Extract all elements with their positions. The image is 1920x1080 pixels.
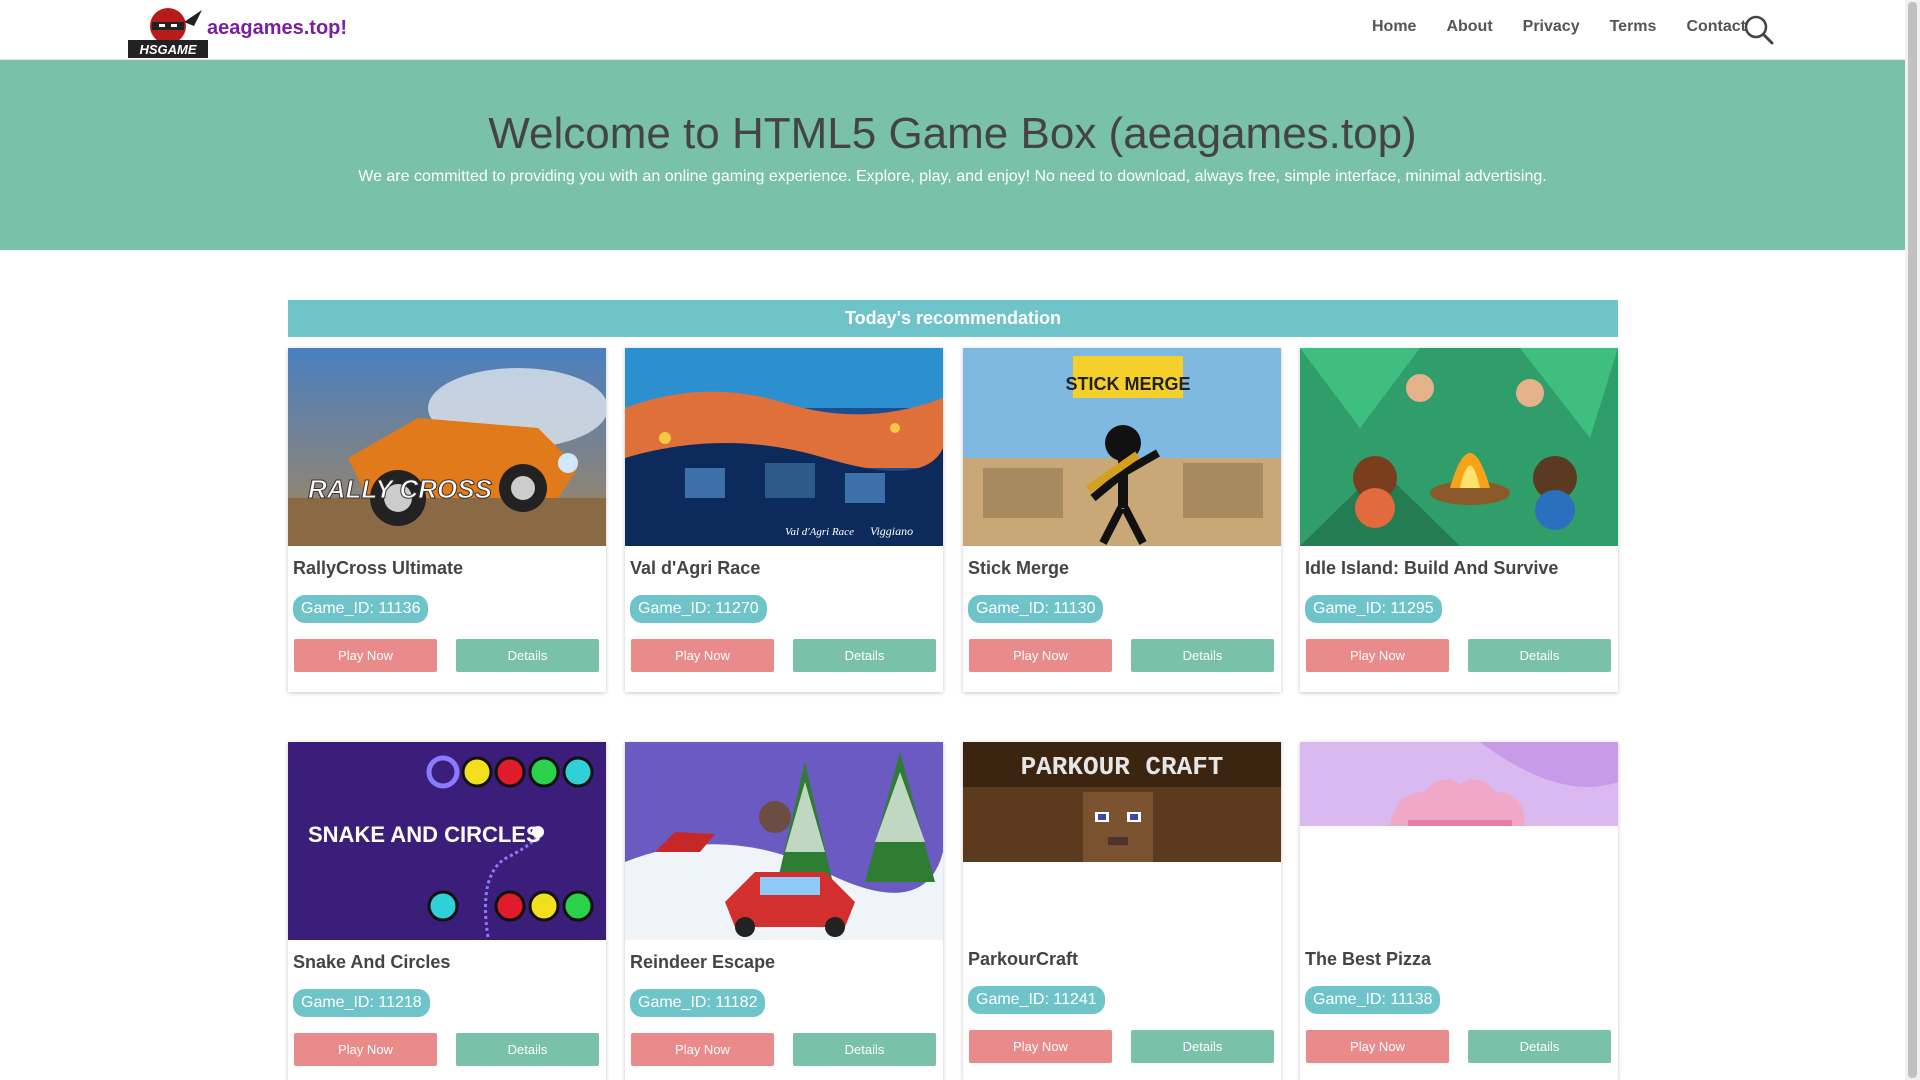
game-title[interactable]: The Best Pizza (1305, 949, 1431, 970)
nav-contact[interactable]: Contact (1686, 18, 1746, 36)
svg-text:PARKOUR CRAFT: PARKOUR CRAFT (1021, 752, 1224, 782)
details-button[interactable]: Details (793, 639, 936, 672)
game-thumbnail[interactable] (1300, 742, 1618, 940)
game-thumbnail[interactable]: STICK MERGE (963, 348, 1281, 546)
site-name[interactable]: aeagames.top! (207, 17, 347, 40)
play-now-button[interactable]: Play Now (1306, 639, 1449, 672)
main-nav: Home About Privacy Terms Contact (1342, 18, 1746, 36)
game-thumbnail[interactable] (625, 742, 943, 940)
game-thumbnail[interactable] (1300, 348, 1618, 546)
play-now-button[interactable]: Play Now (631, 639, 774, 672)
game-id-badge: Game_ID: 11130 (968, 595, 1104, 623)
ninja-logo-icon: HSGAME (128, 8, 208, 58)
details-button[interactable]: Details (1468, 639, 1611, 672)
play-now-button[interactable]: Play Now (1306, 1030, 1449, 1063)
game-title[interactable]: Idle Island: Build And Survive (1305, 558, 1558, 579)
play-now-button[interactable]: Play Now (294, 639, 437, 672)
svg-text:STICK MERGE: STICK MERGE (1065, 374, 1190, 394)
play-now-button[interactable]: Play Now (969, 639, 1112, 672)
game-title[interactable]: Val d'Agri Race (630, 558, 760, 579)
section-title: Today's recommendation (288, 300, 1618, 337)
game-card: The Best Pizza Game_ID: 11138 Play Now D… (1300, 742, 1618, 1080)
details-button[interactable]: Details (1131, 1030, 1274, 1063)
nav-about[interactable]: About (1446, 18, 1492, 36)
game-title[interactable]: RallyCross Ultimate (293, 558, 463, 579)
svg-text:Val d'Agri Race: Val d'Agri Race (785, 526, 854, 538)
details-button[interactable]: Details (1131, 639, 1274, 672)
game-title[interactable]: ParkourCraft (968, 949, 1078, 970)
search-icon[interactable] (1743, 14, 1775, 46)
details-button[interactable]: Details (456, 639, 599, 672)
nav-terms[interactable]: Terms (1610, 18, 1657, 36)
details-button[interactable]: Details (456, 1033, 599, 1066)
page: HSGAME aeagames.top! Home About Privacy … (0, 0, 1905, 1080)
scrollbar-thumb[interactable] (1908, 2, 1917, 1078)
site-logo[interactable]: HSGAME (128, 0, 208, 60)
game-id-badge: Game_ID: 11270 (630, 595, 767, 623)
play-now-button[interactable]: Play Now (969, 1030, 1112, 1063)
svg-text:SNAKE AND CIRCLES: SNAKE AND CIRCLES (308, 822, 541, 847)
details-button[interactable]: Details (1468, 1030, 1611, 1063)
nav-home[interactable]: Home (1372, 18, 1416, 36)
game-title[interactable]: Stick Merge (968, 558, 1069, 579)
play-now-button[interactable]: Play Now (294, 1033, 437, 1066)
game-card: Idle Island: Build And Survive Game_ID: … (1300, 348, 1618, 692)
svg-text:RALLY CROSS: RALLY CROSS (308, 474, 493, 504)
game-card: RALLY CROSS RallyCross Ultimate Game_ID:… (288, 348, 606, 692)
game-id-badge: Game_ID: 11182 (630, 989, 766, 1017)
svg-text:Viggiano: Viggiano (870, 524, 913, 538)
game-id-badge: Game_ID: 11295 (1305, 595, 1442, 623)
game-title[interactable]: Reindeer Escape (630, 952, 775, 973)
hero-title: Welcome to HTML5 Game Box (aeagames.top) (488, 109, 1417, 158)
hero-subtitle: We are committed to providing you with a… (358, 168, 1547, 185)
game-id-badge: Game_ID: 11136 (293, 595, 429, 623)
play-now-button[interactable]: Play Now (631, 1033, 774, 1066)
game-card: PARKOUR CRAFT ParkourCraft Game_ID: 1124… (963, 742, 1281, 1080)
game-id-badge: Game_ID: 11241 (968, 986, 1105, 1014)
hero-banner: Welcome to HTML5 Game Box (aeagames.top)… (0, 60, 1905, 250)
game-card: Val d'Agri Race Viggiano Val d'Agri Race… (625, 348, 943, 692)
game-thumbnail[interactable]: SNAKE AND CIRCLES (288, 742, 606, 940)
game-id-badge: Game_ID: 11218 (293, 989, 430, 1017)
game-thumbnail[interactable]: PARKOUR CRAFT (963, 742, 1281, 940)
game-thumbnail[interactable]: Val d'Agri Race Viggiano (625, 348, 943, 546)
game-title[interactable]: Snake And Circles (293, 952, 450, 973)
nav-privacy[interactable]: Privacy (1523, 18, 1580, 36)
details-button[interactable]: Details (793, 1033, 936, 1066)
game-thumbnail[interactable]: RALLY CROSS (288, 348, 606, 546)
game-id-badge: Game_ID: 11138 (1305, 986, 1441, 1014)
logo-text: HSGAME (139, 42, 196, 57)
game-card: STICK MERGE Stick Merge Game_ID: 11130 P… (963, 348, 1281, 692)
site-header: HSGAME aeagames.top! Home About Privacy … (0, 0, 1905, 60)
game-card: Reindeer Escape Game_ID: 11182 Play Now … (625, 742, 943, 1080)
page-scrollbar[interactable] (1905, 0, 1920, 1080)
game-card: SNAKE AND CIRCLES Snake And Circles Game… (288, 742, 606, 1080)
